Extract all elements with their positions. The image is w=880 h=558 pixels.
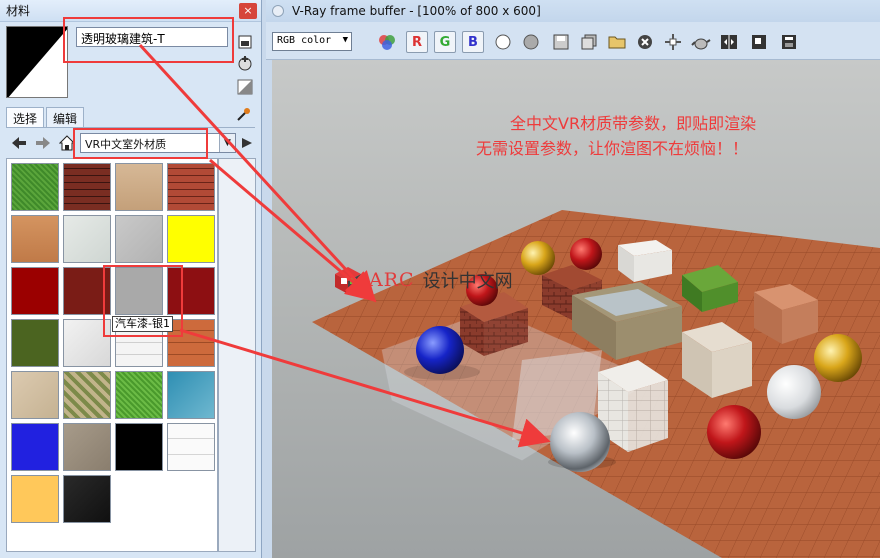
save-all-icon[interactable] (578, 31, 600, 53)
clear-icon[interactable] (634, 31, 656, 53)
mono-icon[interactable] (520, 31, 542, 53)
screen: 材料 × 透明玻璃建筑-T 选择 编辑 VR中文室外材质 ▼ V-Ray fra… (0, 0, 880, 558)
swatch-marble-white[interactable] (63, 215, 111, 263)
swatch-white-grid[interactable] (167, 423, 215, 471)
save-icon[interactable] (550, 31, 572, 53)
default-material-icon[interactable] (236, 33, 254, 51)
swatch-dark-red[interactable] (11, 267, 59, 315)
grid-scrollbar[interactable] (218, 158, 256, 552)
swatch-granite[interactable] (63, 423, 111, 471)
swatch-grass[interactable] (11, 163, 59, 211)
display-secondary-icon[interactable] (236, 78, 254, 96)
material-swatch-grid (6, 158, 218, 552)
material-preview (6, 26, 68, 98)
brand-text: ARC (369, 269, 415, 291)
swatch-tooltip: 汽车漆-银1 (112, 316, 173, 332)
app-icon (272, 5, 284, 17)
track-mouse-icon[interactable] (662, 31, 684, 53)
tab-select[interactable]: 选择 (6, 107, 45, 127)
brand-logo-icon (335, 267, 361, 294)
compare-icon[interactable] (718, 31, 740, 53)
chevron-down-icon: ▼ (342, 35, 348, 45)
vfb-title: V-Ray frame buffer - [100% of 800 x 600] (292, 4, 541, 18)
channel-r-button[interactable]: R (406, 31, 428, 53)
swatch-blue[interactable] (11, 423, 59, 471)
swatch-green-grass[interactable] (115, 371, 163, 419)
channel-g-button[interactable]: G (434, 31, 456, 53)
channel-b-button[interactable]: B (462, 31, 484, 53)
history-icon[interactable] (778, 31, 800, 53)
channel-select-value: RGB color (277, 35, 332, 46)
swatch-sandstone[interactable] (115, 163, 163, 211)
annotation-box-name (63, 17, 234, 63)
teapot-icon[interactable] (690, 31, 712, 53)
eyedropper-icon[interactable] (234, 106, 252, 124)
brand-suffix: 设计中文网 (422, 271, 513, 292)
chevron-down-icon[interactable]: ▼ (219, 134, 235, 152)
tab-edit[interactable]: 编辑 (46, 107, 85, 127)
close-button[interactable]: × (239, 2, 257, 19)
swatch-black-granite[interactable] (63, 475, 111, 523)
color-channels-icon[interactable] (376, 31, 398, 53)
region-icon[interactable] (748, 31, 770, 53)
create-material-icon[interactable] (236, 54, 254, 72)
swatch-mosaic[interactable] (63, 371, 111, 419)
swatch-olive[interactable] (11, 319, 59, 367)
forward-icon[interactable] (34, 134, 52, 152)
swatch-beige-stone[interactable] (11, 371, 59, 419)
alpha-white-icon[interactable] (492, 31, 514, 53)
brand-watermark: ARC 设计中文网 (333, 265, 513, 295)
caption-line-2: 无需设置参数，让你渲图不在烦恼！！ (476, 139, 749, 158)
caption-line-1: 全中文VR材质带参数，即贴即渲染 (510, 114, 757, 133)
swatch-terracotta[interactable] (11, 215, 59, 263)
swatch-black[interactable] (115, 423, 163, 471)
back-icon[interactable] (10, 134, 28, 152)
details-arrow-icon[interactable] (238, 134, 256, 152)
vfb-titlebar: V-Ray frame buffer - [100% of 800 x 600] (266, 0, 880, 22)
channel-select[interactable]: RGB color ▼ (272, 32, 352, 51)
swatch-water[interactable] (167, 371, 215, 419)
annotation-box-library (73, 128, 208, 159)
open-folder-icon[interactable] (606, 31, 628, 53)
swatch-red-brick[interactable] (167, 163, 215, 211)
vfb-toolbar: RGB color ▼ R G B (266, 22, 880, 60)
swatch-brick[interactable] (63, 163, 111, 211)
material-tabs: 选择 编辑 (6, 107, 86, 127)
swatch-yellow[interactable] (167, 215, 215, 263)
swatch-light-orange[interactable] (11, 475, 59, 523)
swatch-concrete[interactable] (115, 215, 163, 263)
